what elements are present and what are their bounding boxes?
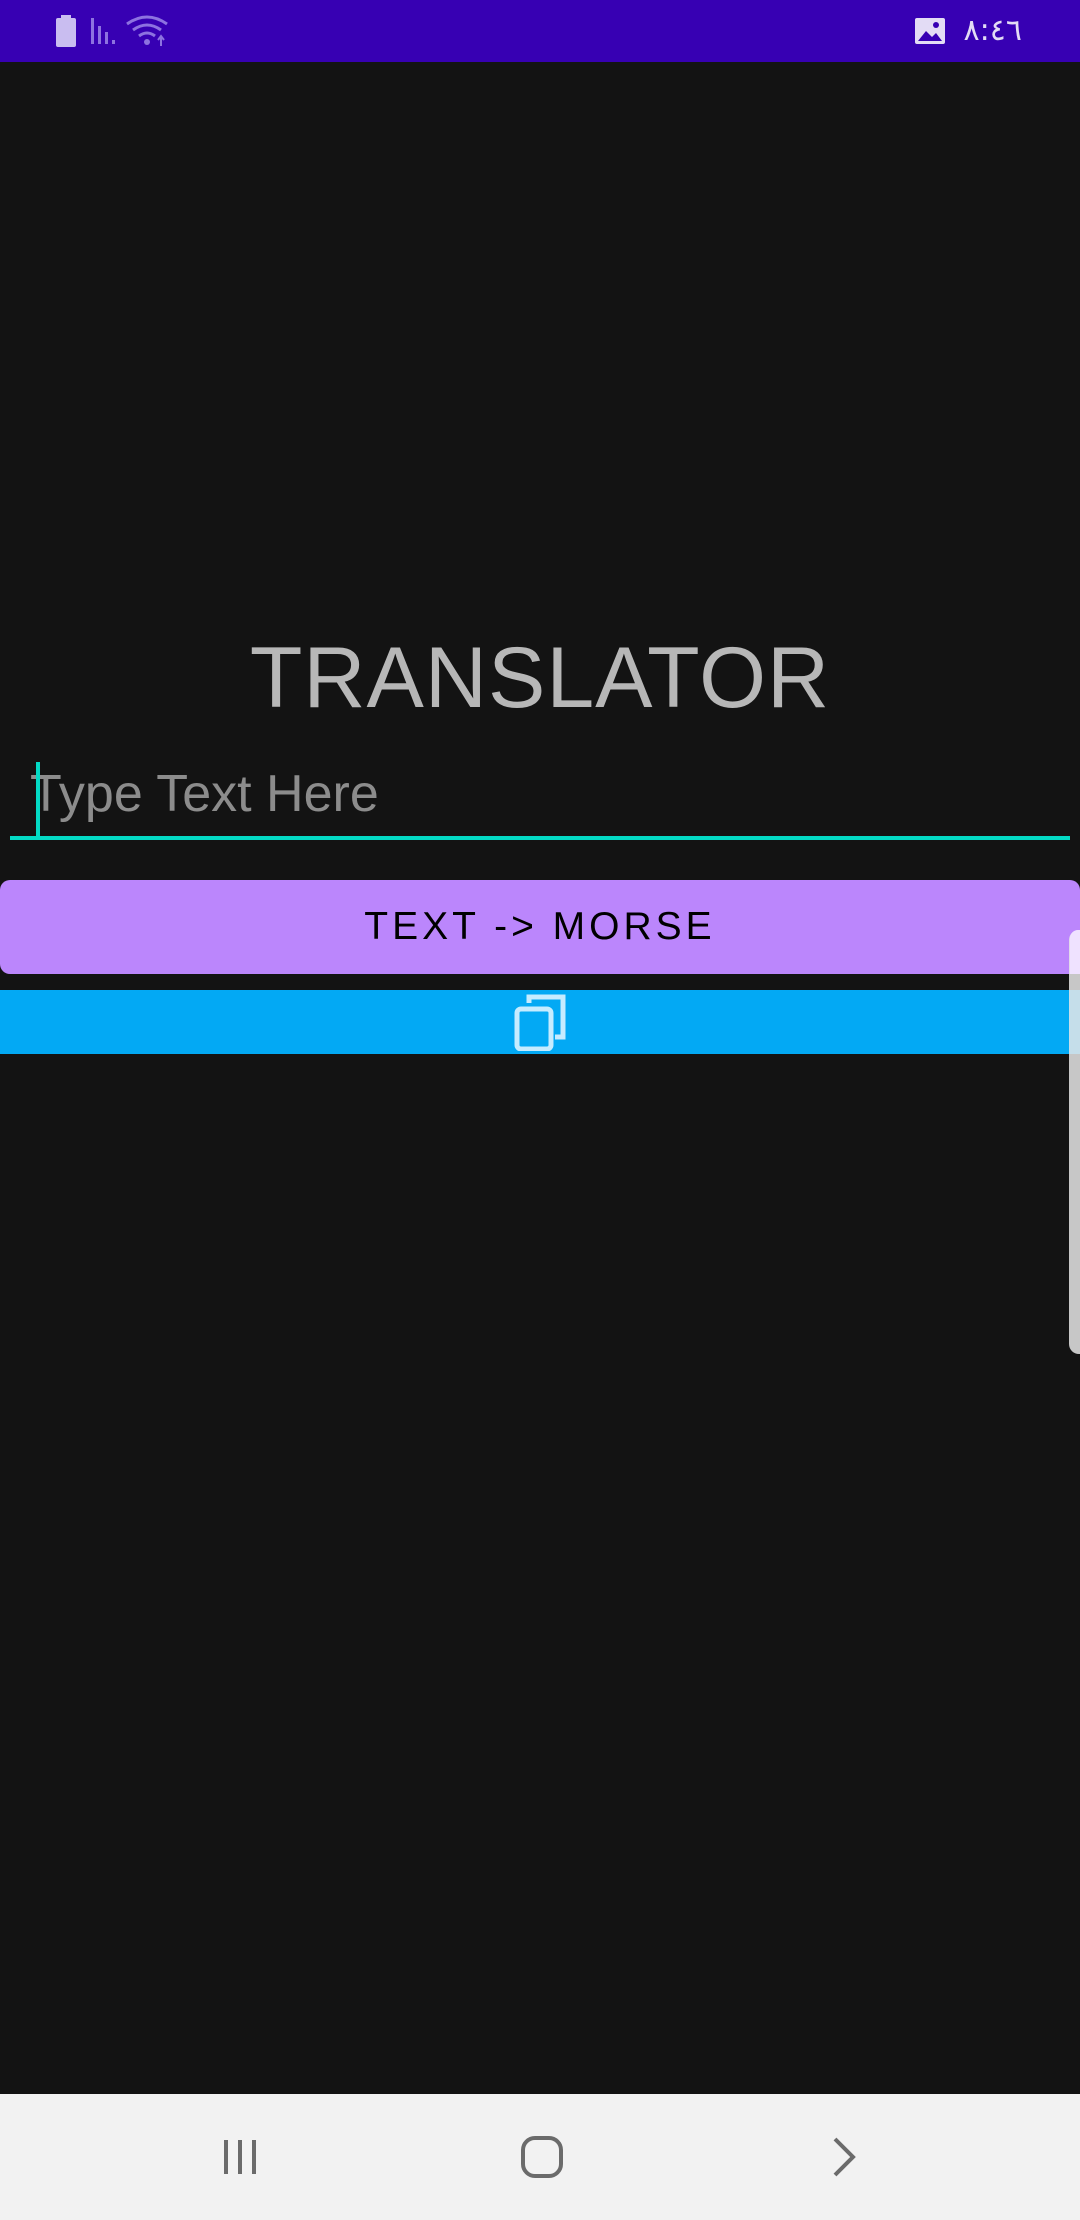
back-icon: [829, 2135, 859, 2179]
navigation-bar: [0, 2094, 1080, 2220]
home-button[interactable]: [482, 2094, 602, 2220]
text-cursor: [36, 762, 40, 838]
recent-apps-button[interactable]: [180, 2094, 300, 2220]
gallery-icon: [914, 0, 946, 62]
text-input[interactable]: [10, 752, 1070, 840]
copy-icon: [513, 993, 567, 1051]
status-bar: ٨:٤٦: [0, 0, 1080, 62]
copy-button[interactable]: [0, 990, 1080, 1054]
back-button[interactable]: [784, 2094, 904, 2220]
app-title: TRANSLATOR: [249, 630, 831, 726]
home-icon: [520, 2135, 564, 2179]
edge-panel-handle[interactable]: [1069, 930, 1080, 1354]
wifi-icon: [124, 0, 170, 62]
battery-icon: [54, 0, 78, 62]
text-to-morse-button[interactable]: TEXT -> MORSE: [0, 880, 1080, 974]
recent-apps-icon: [220, 2137, 260, 2177]
status-time: ٨:٤٦: [963, 13, 1022, 48]
app-screen: ٨:٤٦ TRANSLATOR TEXT -> MORSE: [0, 0, 1080, 2220]
signal-icon: [90, 0, 120, 62]
edge-panel-handle-top: [1070, 930, 1080, 974]
text-input-container: [10, 752, 1070, 844]
